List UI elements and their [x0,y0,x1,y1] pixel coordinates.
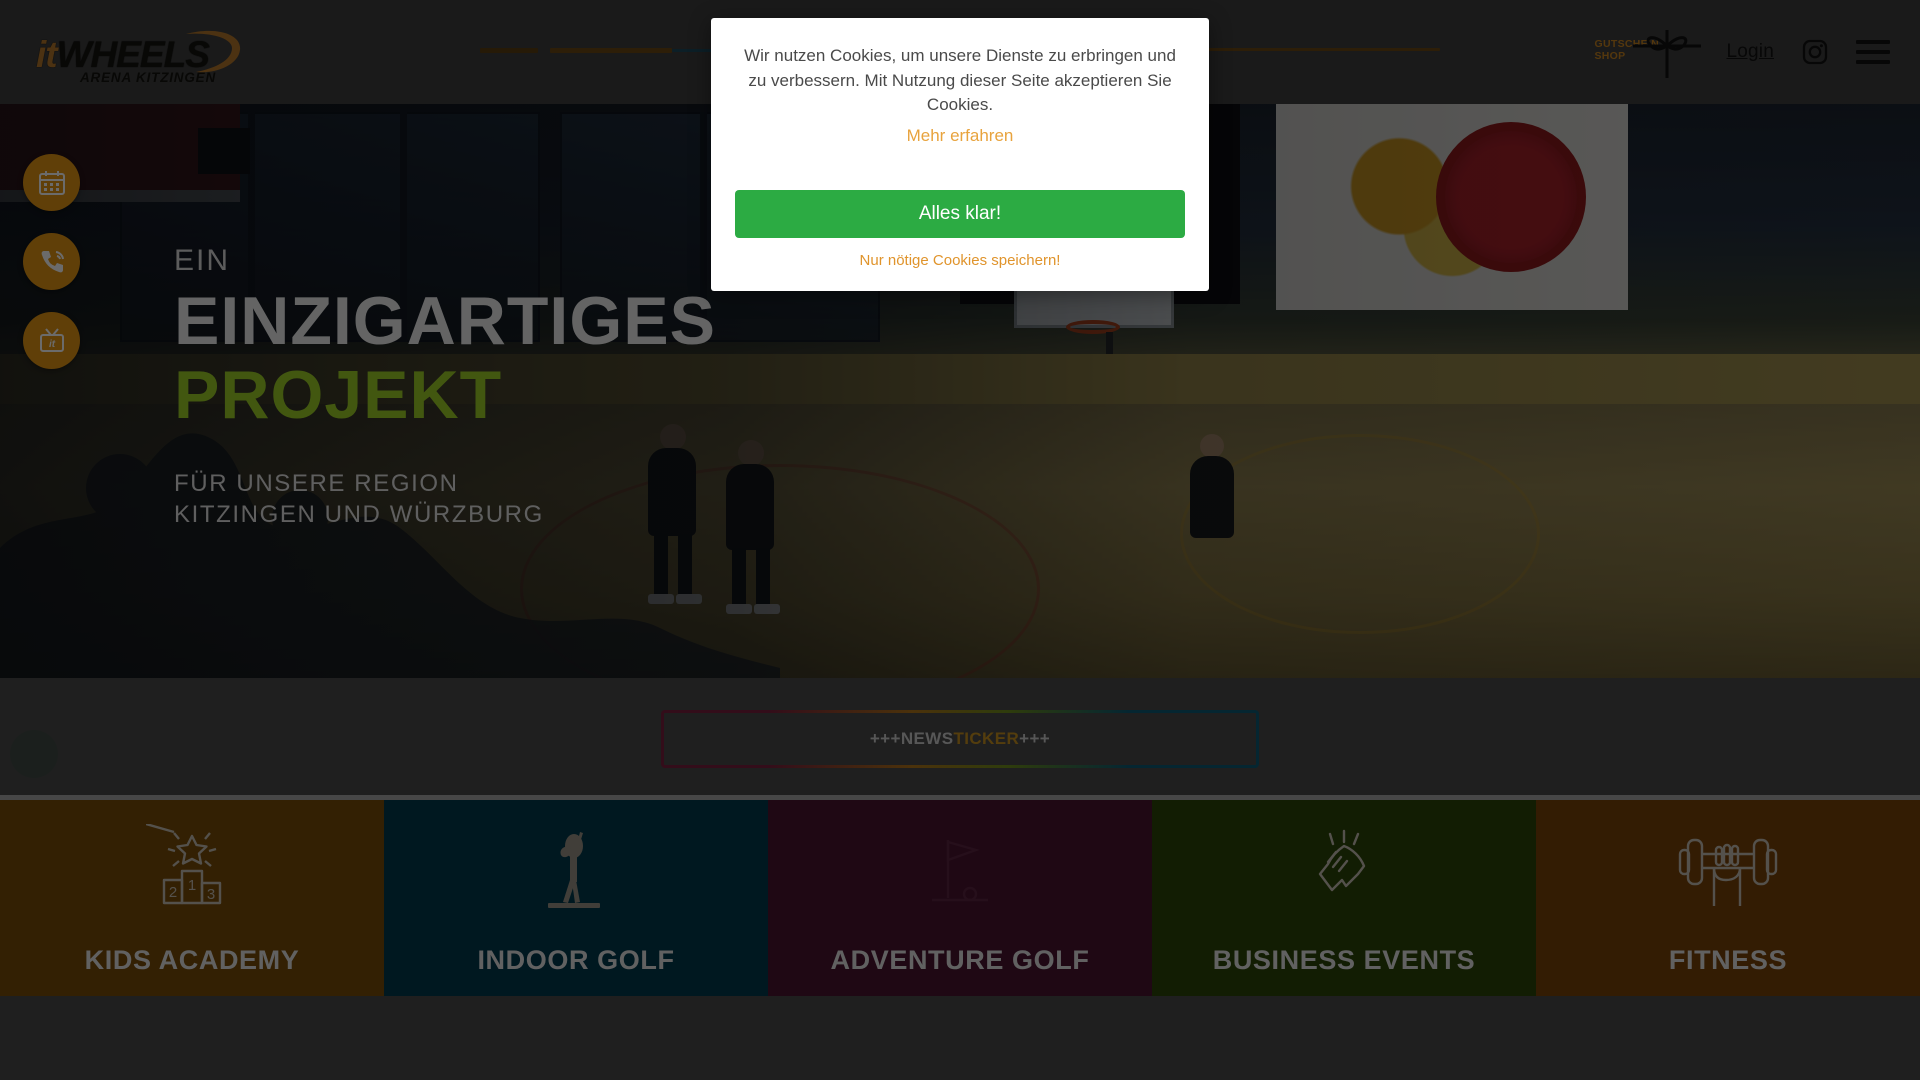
hero-subtitle-line2: KITZINGEN UND WÜRZBURG [174,501,544,528]
tile-label: KIDS ACADEMY [84,945,300,975]
tile-kids-academy[interactable]: 2 1 3 KIDS ACADEMY [0,800,384,996]
nav-bar-segment [480,48,538,53]
tile-fitness[interactable]: FITNESS [1536,800,1920,996]
tile-icon-wrap: 2 1 3 [146,822,238,918]
adventure-golf-icon [932,840,988,902]
calendar-icon [38,170,65,195]
podium-star-icon: 2 1 3 [146,824,222,905]
logo-main: WHEELS [56,34,210,75]
hero-title-line1: EINZIGARTIGES [174,283,716,359]
hamburger-menu-icon[interactable] [1856,40,1890,64]
hero-eyebrow: EIN [174,244,231,277]
cookie-accept-button[interactable]: Alles klar! [735,189,1185,238]
cookie-more-info-link[interactable]: Mehr erfahren [735,126,1185,146]
header-actions: GUTSCHEIN SHOP Login [1591,0,1890,104]
hero-subtitle: FÜR UNSERE REGION KITZINGEN UND WÜRZBURG [174,468,716,530]
hero-title-line2: PROJEKT [174,357,503,433]
tile-label: BUSINESS EVENTS [1212,945,1476,975]
tile-icon-wrap [530,822,622,918]
svg-text:1: 1 [188,877,196,894]
newsticker-text: +++NEWSTICKER+++ [870,729,1050,749]
tile-label: FITNESS [1668,945,1788,975]
hero-subtitle-line1: FÜR UNSERE REGION [174,470,459,497]
tile-adventure-golf[interactable]: ADVENTURE GOLF [768,800,1152,996]
gutschein-shop-button[interactable]: GUTSCHEIN SHOP [1591,20,1701,84]
footer-strip [0,996,1920,1080]
handshake-icon [1318,829,1366,892]
tile-icon-wrap [1674,822,1782,918]
tile-indoor-golf[interactable]: INDOOR GOLF [384,800,768,996]
nav-bar-segment [1200,48,1440,51]
newsticker-prefix: +++NEWS [869,729,954,748]
svg-text:it: it [48,339,55,350]
hero-copy: EIN EINZIGARTIGES PROJEKT FÜR UNSERE REG… [174,244,716,530]
newsticker-suffix: +++ [1019,729,1051,748]
instagram-icon[interactable] [1802,39,1828,65]
phone-callback-button[interactable] [23,233,80,290]
livestream-button[interactable]: it [23,312,80,369]
calendar-booking-button[interactable] [23,154,80,211]
cookie-message: Wir nutzen Cookies, um unsere Dienste zu… [744,46,1176,114]
tile-label: ADVENTURE GOLF [830,945,1090,975]
phone-icon [41,250,64,272]
dumbbell-hand-icon [1678,838,1778,906]
tile-label: INDOOR GOLF [477,945,675,975]
cookie-consent-dialog: Wir nutzen Cookies, um unsere Dienste zu… [711,18,1209,291]
cookie-necessary-only-link[interactable]: Nur nötige Cookies speichern! [735,252,1185,269]
svg-text:2: 2 [169,884,177,901]
site-logo[interactable]: itWHEELS ARENA KITZINGEN [36,26,246,85]
gift-ribbon-icon [1632,30,1701,78]
login-link[interactable]: Login [1727,41,1775,63]
nav-bar-segment [550,48,672,53]
category-tiles: 2 1 3 KIDS ACADEMY INDOOR GOLF ADVENTURE… [0,800,1920,996]
newsticker-middle: TICKER [953,729,1020,748]
golf-swing-icon [548,832,600,908]
svg-text:3: 3 [207,886,215,903]
tile-business-events[interactable]: BUSINESS EVENTS [1152,800,1536,996]
newsticker[interactable]: +++NEWSTICKER+++ [661,710,1259,768]
scroll-to-top-button[interactable] [10,730,58,778]
logo-subtitle: ARENA KITZINGEN [80,70,216,85]
tile-icon-wrap [1298,822,1390,918]
tv-screen-icon: it [39,327,64,352]
floating-action-buttons: it [23,154,80,369]
logo-prefix: it [36,34,58,75]
tile-icon-wrap [914,822,1006,918]
